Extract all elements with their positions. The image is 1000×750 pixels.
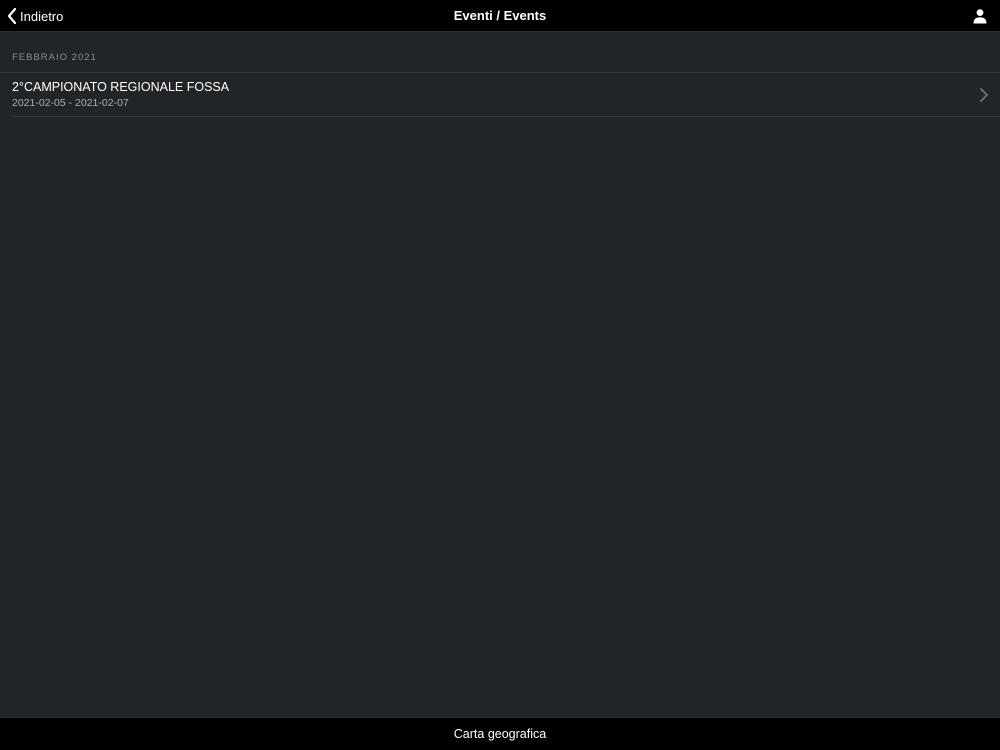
chevron-left-icon bbox=[6, 7, 18, 25]
map-button-label: Carta geografica bbox=[453, 727, 547, 741]
event-list-item[interactable]: 2°CAMPIONATO REGIONALE FOSSA 2021-02-05 … bbox=[0, 73, 1000, 116]
section-header: FEBBRAIO 2021 bbox=[12, 52, 97, 63]
page-title: Eventi / Events bbox=[453, 8, 547, 23]
event-title: 2°CAMPIONATO REGIONALE FOSSA bbox=[12, 80, 230, 94]
profile-button[interactable] bbox=[972, 8, 988, 24]
back-button-label: Indietro bbox=[20, 8, 64, 24]
chevron-right-icon bbox=[979, 87, 989, 108]
divider bbox=[12, 116, 1000, 117]
event-dates: 2021-02-05 - 2021-02-07 bbox=[12, 97, 129, 109]
navigation-bar: Indietro Eventi / Events bbox=[0, 0, 1000, 32]
back-button[interactable]: Indietro bbox=[6, 0, 63, 32]
user-icon bbox=[972, 9, 988, 28]
map-button[interactable]: Carta geografica bbox=[0, 717, 1000, 750]
app-window: Indietro Eventi / Events FEBBRAIO 2021 2… bbox=[0, 0, 1000, 750]
